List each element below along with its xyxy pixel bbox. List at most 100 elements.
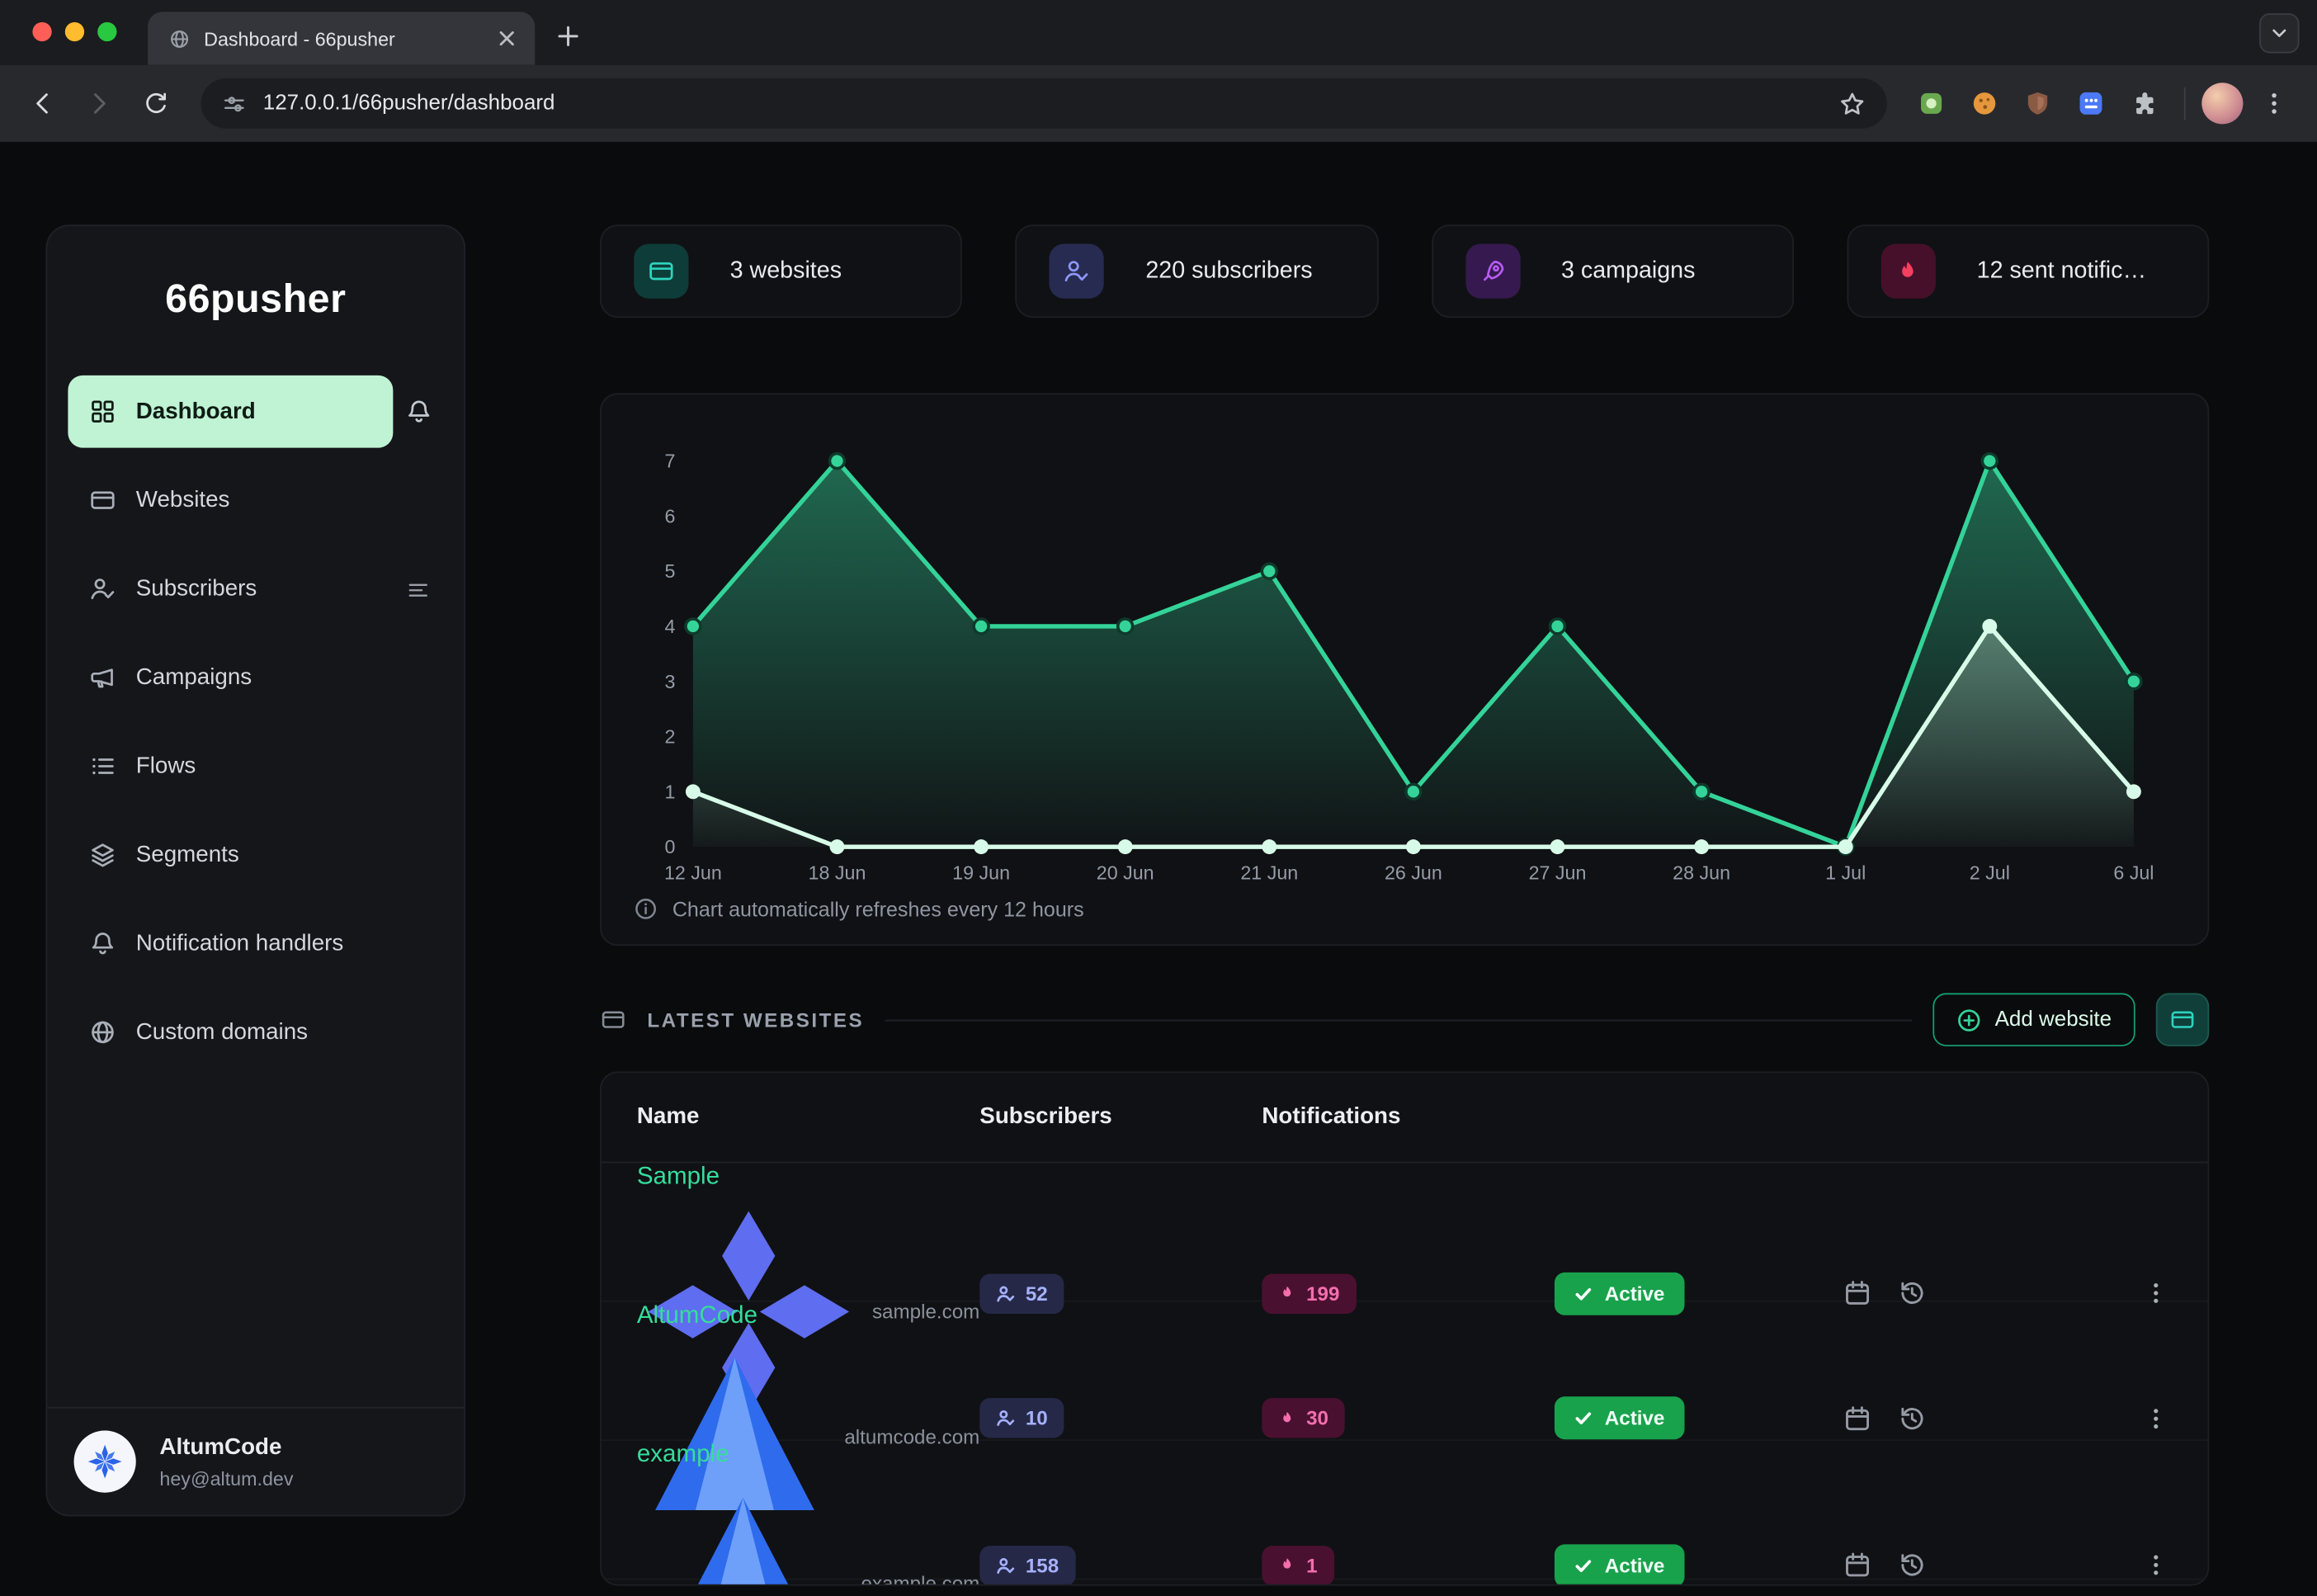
calendar-icon[interactable] xyxy=(1843,1404,1872,1433)
tab-search-button[interactable] xyxy=(2259,13,2299,53)
check-icon xyxy=(1574,1409,1593,1428)
add-website-label: Add website xyxy=(1995,1008,2112,1032)
stat-cards: 3 websites 220 subscribers 3 campaigns xyxy=(600,224,2209,318)
sidebar-item-label: Websites xyxy=(136,487,230,513)
subscribers-list-icon[interactable] xyxy=(393,577,443,601)
forward-button[interactable] xyxy=(74,78,125,129)
rocket-icon xyxy=(1465,243,1520,298)
window-close-button[interactable] xyxy=(32,22,51,41)
subscribers-badge: 10 xyxy=(979,1398,1064,1438)
sidebar-item-campaigns[interactable]: Campaigns xyxy=(68,641,443,714)
extension-cookie-icon[interactable] xyxy=(1961,80,2008,127)
svg-text:18 Jun: 18 Jun xyxy=(809,862,866,884)
sidebar-item-notification-handlers[interactable]: Notification handlers xyxy=(68,908,443,980)
sidebar-item-label: Segments xyxy=(136,842,239,868)
sidebar-item-label: Notification handlers xyxy=(136,930,344,956)
browser-tab[interactable]: Dashboard - 66pusher xyxy=(148,12,535,64)
notifications-badge: 1 xyxy=(1262,1546,1333,1585)
svg-text:20 Jun: 20 Jun xyxy=(1097,862,1154,884)
svg-text:6 Jul: 6 Jul xyxy=(2113,862,2154,884)
sidebar-item-label: Flows xyxy=(136,753,196,779)
dashboard-page: 66pusher Dashboard Websites xyxy=(0,142,2317,1596)
main-content: 3 websites 220 subscribers 3 campaigns xyxy=(600,224,2209,1585)
sidebar: 66pusher Dashboard Websites xyxy=(46,224,466,1516)
extension-green-icon[interactable] xyxy=(1908,80,1955,127)
tab-close-icon[interactable] xyxy=(493,25,520,51)
status-badge: Active xyxy=(1555,1272,1684,1315)
window-minimize-button[interactable] xyxy=(65,22,84,41)
website-favicon-icon xyxy=(637,1478,849,1586)
row-menu-icon[interactable] xyxy=(2143,1405,2169,1432)
stat-label: 3 websites xyxy=(730,257,842,284)
tab-title: Dashboard - 66pusher xyxy=(204,27,480,50)
svg-text:3: 3 xyxy=(664,671,675,692)
extension-keyboard-icon[interactable] xyxy=(2067,80,2114,127)
svg-text:5: 5 xyxy=(664,560,675,582)
svg-text:4: 4 xyxy=(664,616,675,637)
col-notifications: Notifications xyxy=(1262,1104,1555,1131)
svg-text:6: 6 xyxy=(664,505,675,526)
user-icon xyxy=(996,1284,1015,1303)
site-settings-icon[interactable] xyxy=(222,91,247,116)
flame-icon xyxy=(1278,1284,1295,1301)
url-text[interactable]: 127.0.0.1/66pusher/dashboard xyxy=(263,92,1822,116)
calendar-icon[interactable] xyxy=(1843,1278,1872,1308)
back-button[interactable] xyxy=(17,78,68,129)
bookmark-star-icon[interactable] xyxy=(1838,89,1866,117)
megaphone-icon xyxy=(88,663,116,692)
sidebar-item-dashboard[interactable]: Dashboard xyxy=(68,375,393,448)
card-icon xyxy=(2169,1007,2196,1033)
subscribers-badge: 158 xyxy=(979,1546,1075,1585)
svg-text:2 Jul: 2 Jul xyxy=(1970,862,2010,884)
svg-text:28 Jun: 28 Jun xyxy=(1673,862,1730,884)
website-name-link[interactable]: example xyxy=(637,1441,979,1469)
globe-icon xyxy=(88,1018,116,1046)
profile-avatar[interactable] xyxy=(2201,83,2243,124)
stat-card-notifications: 12 sent notifications xyxy=(1847,224,2209,318)
calendar-icon[interactable] xyxy=(1843,1551,1872,1580)
address-bar[interactable]: 127.0.0.1/66pusher/dashboard xyxy=(201,78,1887,129)
tab-favicon-icon xyxy=(168,27,191,50)
sidebar-item-flows[interactable]: Flows xyxy=(68,730,443,803)
sidebar-item-segments[interactable]: Segments xyxy=(68,819,443,891)
extensions-puzzle-icon[interactable] xyxy=(2121,80,2168,127)
sidebar-item-websites[interactable]: Websites xyxy=(68,464,443,536)
window-zoom-button[interactable] xyxy=(97,22,116,41)
plus-circle-icon xyxy=(1956,1007,1981,1032)
svg-text:27 Jun: 27 Jun xyxy=(1529,862,1587,884)
history-icon[interactable] xyxy=(1897,1278,1927,1308)
dashboard-chart: 0123456712 Jun18 Jun19 Jun20 Jun21 Jun26… xyxy=(634,424,2175,891)
sidebar-nav: Dashboard Websites Subscribers xyxy=(47,375,464,1069)
user-check-icon xyxy=(1050,243,1104,298)
history-icon[interactable] xyxy=(1897,1404,1927,1433)
row-menu-icon[interactable] xyxy=(2143,1280,2169,1306)
subscribers-badge: 52 xyxy=(979,1273,1064,1313)
websites-view-button[interactable] xyxy=(2156,993,2209,1046)
notifications-bell-icon[interactable] xyxy=(393,398,443,426)
extension-shield-icon[interactable] xyxy=(2014,80,2061,127)
table-row: example example.com 158 1 xyxy=(602,1441,2208,1579)
section-divider xyxy=(885,1019,1912,1021)
sidebar-item-subscribers[interactable]: Subscribers xyxy=(68,553,393,626)
sidebar-item-custom-domains[interactable]: Custom domains xyxy=(68,996,443,1069)
add-website-button[interactable]: Add website xyxy=(1932,993,2135,1046)
history-icon[interactable] xyxy=(1897,1551,1927,1580)
layers-icon xyxy=(88,841,116,869)
browser-toolbar: 127.0.0.1/66pusher/dashboard xyxy=(0,65,2317,142)
flame-icon xyxy=(1278,1556,1295,1574)
svg-text:2: 2 xyxy=(664,726,675,748)
website-name-link[interactable]: Sample xyxy=(637,1163,979,1191)
user-name: AltumCode xyxy=(159,1434,293,1461)
row-menu-icon[interactable] xyxy=(2143,1552,2169,1579)
new-tab-button[interactable] xyxy=(547,15,588,56)
sidebar-item-label: Custom domains xyxy=(136,1019,308,1046)
notifications-badge: 30 xyxy=(1262,1398,1344,1438)
browser-menu-icon[interactable] xyxy=(2249,78,2300,129)
flame-icon xyxy=(1278,1409,1295,1427)
website-name-link[interactable]: AltumCode xyxy=(637,1302,979,1330)
user-card[interactable]: AltumCode hey@altum.dev xyxy=(47,1407,464,1515)
browser-tabstrip: Dashboard - 66pusher xyxy=(0,0,2317,65)
svg-text:1: 1 xyxy=(664,781,675,802)
reload-button[interactable] xyxy=(130,78,181,129)
svg-text:1 Jul: 1 Jul xyxy=(1825,862,1866,884)
